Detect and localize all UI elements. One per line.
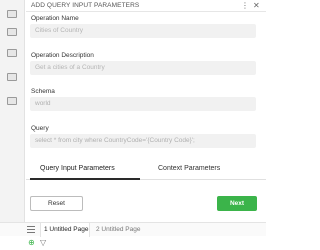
operation-name-input[interactable] <box>30 24 256 38</box>
tab-context-parameters[interactable]: Context Parameters <box>158 165 220 172</box>
page-icon[interactable] <box>7 97 17 105</box>
operation-name-label: Operation Name <box>31 15 79 22</box>
add-query-input-parameters-panel: ADD QUERY INPUT PARAMETERS ⋮ ✕ Operation… <box>26 0 266 218</box>
hamburger-menu-icon[interactable] <box>27 226 35 233</box>
tab-bar: Query Input Parameters Context Parameter… <box>26 160 266 180</box>
query-label: Query <box>31 125 49 132</box>
query-input[interactable] <box>30 134 256 148</box>
more-vertical-icon[interactable]: ⋮ <box>241 1 249 10</box>
bottom-toolbar: ⊕ ▽ <box>0 236 266 250</box>
left-rail <box>0 0 25 232</box>
page-tab-1[interactable]: 1 Untitled Page <box>44 226 88 233</box>
reset-button[interactable]: Reset <box>30 196 83 211</box>
page-icon[interactable] <box>7 28 17 36</box>
close-icon[interactable]: ✕ <box>253 1 260 10</box>
page-icon[interactable] <box>7 73 17 81</box>
tab-query-input-parameters[interactable]: Query Input Parameters <box>40 165 115 172</box>
page-tabs-bar: 1 Untitled Page 2 Untitled Page <box>0 222 266 237</box>
page-icon[interactable] <box>7 49 17 57</box>
operation-description-input[interactable] <box>30 61 256 75</box>
panel-title: ADD QUERY INPUT PARAMETERS <box>31 2 140 9</box>
filter-icon[interactable]: ▽ <box>40 238 46 247</box>
add-page-icon[interactable]: ⊕ <box>28 238 35 247</box>
page-tab-2[interactable]: 2 Untitled Page <box>96 226 140 233</box>
page-icon[interactable] <box>7 10 17 18</box>
active-tab-indicator <box>30 178 140 180</box>
schema-input[interactable] <box>30 97 256 111</box>
operation-description-label: Operation Description <box>31 52 94 59</box>
panel-header: ADD QUERY INPUT PARAMETERS ⋮ ✕ <box>26 0 266 12</box>
schema-label: Schema <box>31 88 55 95</box>
next-button[interactable]: Next <box>217 196 257 211</box>
